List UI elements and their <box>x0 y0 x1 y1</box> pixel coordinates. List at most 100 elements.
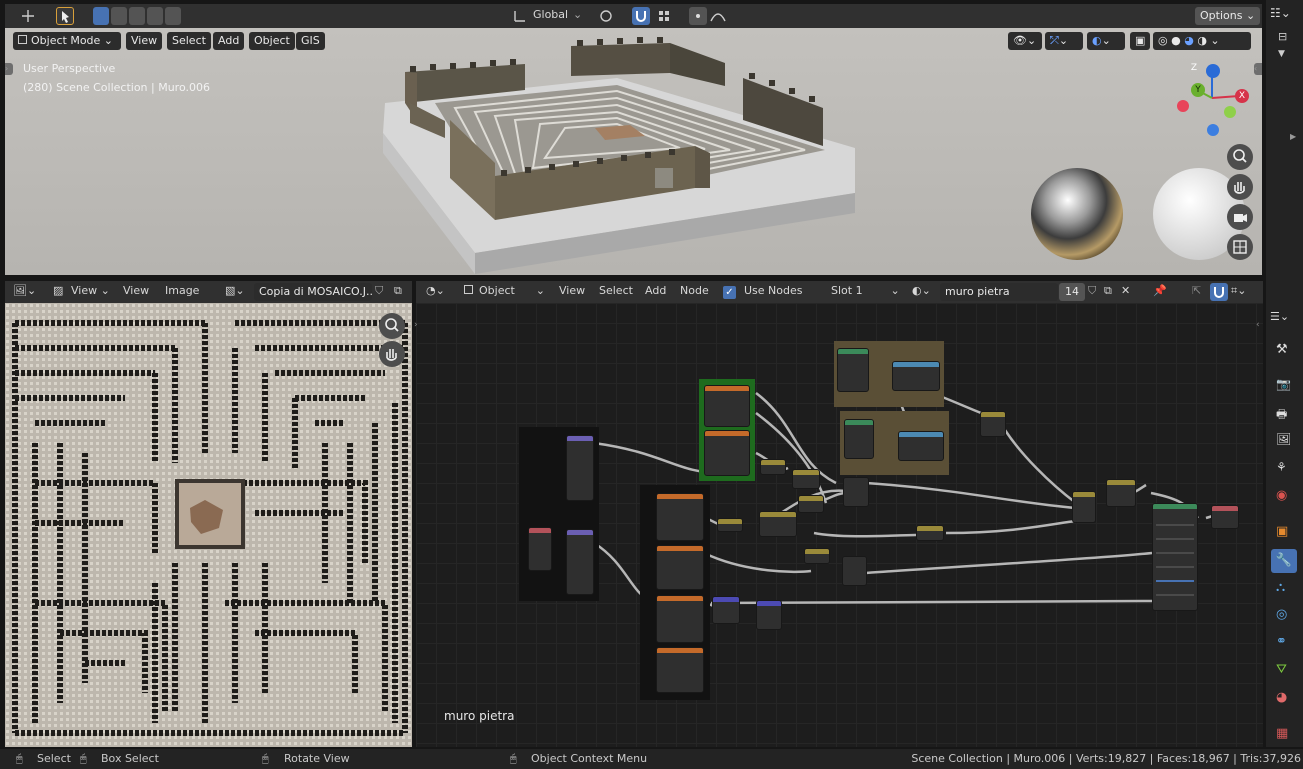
image-view-mode-icon[interactable]: ▨ <box>53 282 63 300</box>
snap-element-icon[interactable]: ⌗⌄ <box>1231 282 1246 300</box>
gizmo-axis-y[interactable]: Y <box>1192 84 1204 96</box>
falloff-icon[interactable] <box>709 7 727 25</box>
particles-tab-icon[interactable]: ⛬ <box>1276 580 1285 595</box>
zoom-icon[interactable] <box>1227 144 1253 170</box>
node-mix-10[interactable] <box>980 411 1006 437</box>
world-tab-icon[interactable]: ◉ <box>1276 488 1287 503</box>
material-user-count[interactable]: 14 <box>1059 283 1085 301</box>
node-color-ramp-1[interactable] <box>837 348 869 392</box>
camera-icon[interactable] <box>1227 204 1253 230</box>
menu-node-add[interactable]: Add <box>645 282 666 300</box>
menu-node[interactable]: Node <box>680 282 709 300</box>
physics-tab-icon[interactable]: ◎ <box>1276 607 1287 622</box>
duplicate-material-icon[interactable]: ⧉ <box>1104 282 1112 300</box>
data-tab-icon[interactable]: ⛛ <box>1276 662 1287 677</box>
node-toolbar-expand-arrow[interactable]: › <box>414 316 418 334</box>
node-math-2[interactable] <box>898 431 944 461</box>
select-extend-icon[interactable] <box>111 7 127 25</box>
object-shader-type-dropdown[interactable]: Object ⌄ <box>464 282 545 300</box>
image-browse-icon[interactable]: ▧⌄ <box>225 282 245 300</box>
menu-image[interactable]: Image <box>165 282 199 300</box>
hand-pan-icon[interactable] <box>379 341 405 367</box>
node-editor-type-icon[interactable]: ◔⌄ <box>426 282 445 300</box>
node-canvas[interactable]: muro pietra <box>416 303 1263 747</box>
object-tab-icon[interactable]: ▣ <box>1276 524 1288 539</box>
toolbar-expand-arrow[interactable]: › <box>5 63 13 75</box>
parent-node-tree-icon[interactable]: ⇱ <box>1192 282 1201 300</box>
output-tab-icon[interactable]: 🖶 <box>1276 405 1287 426</box>
gizmo-axis-x[interactable]: X <box>1236 90 1248 102</box>
image-canvas[interactable] <box>5 303 412 747</box>
duplicate-image-icon[interactable]: ⧉ <box>394 282 402 300</box>
texture-tab-icon[interactable]: ▦ <box>1276 726 1288 741</box>
snap-magnet-icon[interactable] <box>1210 283 1228 301</box>
gizmo-axis-z[interactable]: Z <box>1188 62 1200 74</box>
node-image-texture-green-1[interactable] <box>704 385 750 427</box>
node-image-texture-1[interactable] <box>656 493 704 541</box>
material-name-field[interactable]: muro pietra <box>940 283 1058 301</box>
fake-user-shield-icon[interactable]: ⛉ <box>1088 282 1096 300</box>
view-layer-tab-icon[interactable]: 🖼 <box>1276 432 1291 446</box>
node-mix-1[interactable] <box>760 459 786 475</box>
node-mix-9[interactable] <box>916 525 944 541</box>
node-image-texture-3[interactable] <box>656 595 704 643</box>
node-math-1[interactable] <box>892 361 940 391</box>
tool-tab-icon[interactable]: ⚒ <box>1276 342 1288 357</box>
node-image-texture-green-2[interactable] <box>704 430 750 476</box>
image-editor-type-icon[interactable]: 🖼⌄ <box>13 282 36 300</box>
select-intersect-icon[interactable] <box>165 7 181 25</box>
node-principled-bsdf[interactable] <box>1152 503 1198 611</box>
material-tab-icon[interactable]: ◕ <box>1276 690 1287 705</box>
node-mapping[interactable] <box>566 435 594 501</box>
node-mix-5[interactable] <box>759 511 797 537</box>
node-mix-4[interactable] <box>843 477 869 507</box>
modifier-wrench-icon[interactable]: 🔧 <box>1271 549 1297 573</box>
menu-image-view[interactable]: View <box>123 282 149 300</box>
snap-icon[interactable] <box>597 7 615 25</box>
hand-pan-icon[interactable] <box>1227 174 1253 200</box>
menu-node-select[interactable]: Select <box>599 282 633 300</box>
node-sidebar-expand-arrow[interactable]: ‹ <box>1256 316 1260 334</box>
menu-node-view[interactable]: View <box>559 282 585 300</box>
chevron-right-icon[interactable]: ▶ <box>1290 132 1296 141</box>
filter-icon[interactable]: ⊟ <box>1278 30 1287 43</box>
chevron-down-icon[interactable]: ▼ <box>1278 49 1285 59</box>
3d-viewport[interactable]: Object Mode ⌄ View Select Add Object GIS… <box>5 28 1262 275</box>
node-color-ramp-2[interactable] <box>844 419 874 459</box>
select-tool-icon[interactable] <box>56 7 74 25</box>
close-icon[interactable]: ✕ <box>1121 282 1130 300</box>
node-image-texture-2[interactable] <box>656 545 704 590</box>
menu-view-mode[interactable]: View ⌄ <box>71 282 110 300</box>
select-subtract-icon[interactable] <box>129 7 145 25</box>
node-mix-12[interactable] <box>1106 479 1136 507</box>
constraints-tab-icon[interactable]: ⚭ <box>1276 634 1287 649</box>
render-tab-icon[interactable]: 📷 <box>1276 377 1291 391</box>
node-mix-7[interactable] <box>804 548 830 564</box>
image-name-field[interactable]: Copia di MOSAICO.J... <box>254 283 372 301</box>
slot-dropdown[interactable]: Slot 1 ⌄ <box>831 282 900 300</box>
node-image-texture-4[interactable] <box>656 647 704 693</box>
options-dropdown[interactable]: Options ⌄ <box>1195 7 1261 25</box>
select-new-icon[interactable] <box>93 7 109 25</box>
node-mix-3[interactable] <box>798 495 824 513</box>
node-mix-6[interactable] <box>717 518 743 532</box>
node-mix-2[interactable] <box>792 469 820 489</box>
material-browse-icon[interactable]: ◐⌄ <box>912 282 931 300</box>
node-bump-1[interactable] <box>712 596 740 624</box>
zoom-icon[interactable] <box>379 313 405 339</box>
pin-icon[interactable]: 📌 <box>1153 282 1167 300</box>
node-mix-11[interactable] <box>1072 491 1096 523</box>
outliner-editor-icon[interactable]: ☷⌄ <box>1270 6 1298 24</box>
magnet-icon[interactable] <box>632 7 650 25</box>
node-bump-2[interactable] <box>756 600 782 630</box>
fake-user-shield-icon[interactable]: ⛉ <box>375 282 383 300</box>
sidebar-expand-arrow[interactable]: ‹ <box>1254 63 1262 75</box>
proportional-edit-icon[interactable] <box>689 7 707 25</box>
chevron-down-icon[interactable]: ⌄ <box>573 6 582 24</box>
snap-target-icon[interactable] <box>655 7 673 25</box>
node-mapping-2[interactable] <box>566 529 594 595</box>
transform-pivot-icon[interactable] <box>19 7 37 25</box>
use-nodes-checkbox[interactable]: ✓ <box>723 286 736 299</box>
select-invert-icon[interactable] <box>147 7 163 25</box>
node-texture-coordinate[interactable] <box>528 527 552 571</box>
